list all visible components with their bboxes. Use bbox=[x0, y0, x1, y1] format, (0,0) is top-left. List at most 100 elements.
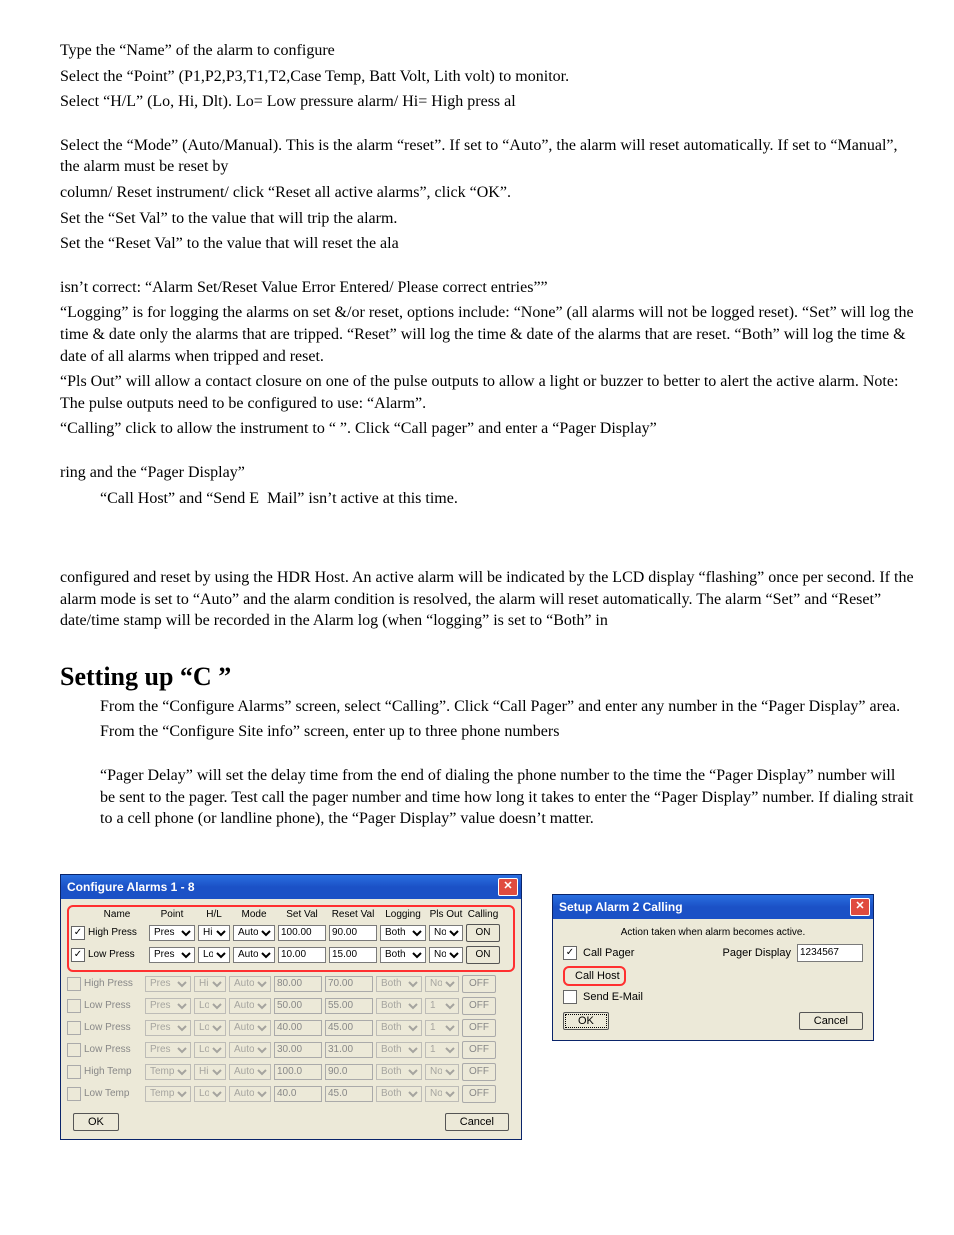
plsout-select[interactable]: None bbox=[429, 925, 463, 941]
mode-select: Auto bbox=[229, 976, 271, 992]
row-enable-checkbox[interactable] bbox=[67, 1043, 81, 1057]
mode-select: Auto bbox=[229, 1064, 271, 1080]
titlebar: Setup Alarm 2 Calling ✕ bbox=[553, 895, 873, 919]
logging-select: Both bbox=[376, 1064, 422, 1080]
alarm-name: High Temp bbox=[84, 1066, 142, 1077]
logging-select: Both bbox=[376, 976, 422, 992]
paragraph: isn’t correct: “Alarm Set/Reset Value Er… bbox=[60, 277, 914, 299]
row-enable-checkbox[interactable]: ✓ bbox=[71, 926, 85, 940]
send-email-label: Send E-Mail bbox=[583, 991, 643, 1003]
row-enable-checkbox[interactable]: ✓ bbox=[71, 948, 85, 962]
hl-select[interactable]: Lo bbox=[198, 947, 230, 963]
ok-button[interactable]: OK bbox=[73, 1113, 119, 1131]
plsout-select: 1 bbox=[425, 998, 459, 1014]
hl-select: Lo bbox=[194, 1086, 226, 1102]
alarm-row: High PressPres 1HiAutoBothNoneOFF bbox=[67, 975, 515, 993]
set-val-input bbox=[274, 976, 322, 992]
cancel-button[interactable]: Cancel bbox=[445, 1113, 509, 1131]
plsout-select[interactable]: None bbox=[429, 947, 463, 963]
send-email-row: Send E-Mail bbox=[563, 990, 863, 1004]
logging-select[interactable]: Both bbox=[380, 925, 426, 941]
point-select[interactable]: Pres 1 bbox=[149, 925, 195, 941]
pager-display-label: Pager Display bbox=[723, 947, 791, 959]
column-header: Mode bbox=[233, 909, 275, 920]
call-pager-row: ✓ Call Pager Pager Display bbox=[563, 944, 863, 962]
alarm-name: Low Press bbox=[84, 1044, 142, 1055]
paragraph: Select the “Mode” (Auto/Manual). This is… bbox=[60, 135, 914, 178]
mode-select[interactable]: Auto bbox=[233, 947, 275, 963]
calling-button[interactable]: ON bbox=[466, 946, 500, 964]
column-header: Calling bbox=[466, 909, 500, 920]
paragraph: “Calling” click to allow the instrument … bbox=[60, 418, 914, 440]
column-header: Point bbox=[149, 909, 195, 920]
hl-select: Lo bbox=[194, 998, 226, 1014]
point-select: Pres 1 bbox=[145, 998, 191, 1014]
alarm-name: High Press bbox=[88, 927, 146, 938]
row-enable-checkbox[interactable] bbox=[67, 1087, 81, 1101]
set-val-input bbox=[274, 1086, 322, 1102]
set-val-input bbox=[274, 998, 322, 1014]
alarm-name: Low Press bbox=[84, 1000, 142, 1011]
row-enable-checkbox[interactable] bbox=[67, 1065, 81, 1079]
set-val-input[interactable] bbox=[278, 947, 326, 963]
row-enable-checkbox[interactable] bbox=[67, 977, 81, 991]
paragraph: “Call Host” and “Send E Mail” isn’t acti… bbox=[60, 488, 914, 510]
call-pager-checkbox[interactable]: ✓ bbox=[563, 946, 577, 960]
reset-val-input[interactable] bbox=[329, 947, 377, 963]
column-header: Name bbox=[88, 909, 146, 920]
plsout-select: 1 bbox=[425, 1042, 459, 1058]
point-select: Temp 1 bbox=[145, 1064, 191, 1080]
column-header: Logging bbox=[380, 909, 426, 920]
calling-button: OFF bbox=[462, 975, 496, 993]
row-enable-checkbox[interactable] bbox=[67, 1021, 81, 1035]
paragraph: configured and reset by using the HDR Ho… bbox=[60, 567, 914, 632]
dialog-title: Setup Alarm 2 Calling bbox=[559, 900, 683, 914]
alarm-row: Low PressPres 1LoAutoBoth1OFF bbox=[67, 1041, 515, 1059]
point-select: Temp 1 bbox=[145, 1086, 191, 1102]
mode-select[interactable]: Auto bbox=[233, 925, 275, 941]
reset-val-input bbox=[325, 1086, 373, 1102]
close-icon[interactable]: ✕ bbox=[850, 898, 870, 916]
send-email-checkbox[interactable] bbox=[563, 990, 577, 1004]
set-val-input bbox=[274, 1064, 322, 1080]
hl-select[interactable]: Hi bbox=[198, 925, 230, 941]
configure-alarms-dialog: Configure Alarms 1 - 8 ✕ NamePointH/LMod… bbox=[60, 874, 522, 1140]
paragraph: From the “Configure Alarms” screen, sele… bbox=[60, 696, 914, 718]
reset-val-input bbox=[325, 976, 373, 992]
call-host-label: Call Host bbox=[575, 970, 620, 982]
hl-select: Hi bbox=[194, 976, 226, 992]
plsout-select: 1 bbox=[425, 1020, 459, 1036]
column-header: Pls Out bbox=[429, 909, 463, 920]
point-select: Pres 1 bbox=[145, 1042, 191, 1058]
paragraph: Select the “Point” (P1,P2,P3,T1,T2,Case … bbox=[60, 66, 914, 88]
paragraph: “Pls Out” will allow a contact closure o… bbox=[60, 371, 914, 414]
paragraph: From the “Configure Site info” screen, e… bbox=[60, 721, 914, 743]
paragraph: column/ Reset instrument/ click “Reset a… bbox=[60, 182, 914, 204]
column-header: Reset Val bbox=[329, 909, 377, 920]
logging-select: Both bbox=[376, 1042, 422, 1058]
calling-button: OFF bbox=[462, 1063, 496, 1081]
calling-button[interactable]: ON bbox=[466, 924, 500, 942]
paragraph: ring and the “Pager Display” bbox=[60, 462, 914, 484]
reset-val-input[interactable] bbox=[329, 925, 377, 941]
row-enable-checkbox[interactable] bbox=[67, 999, 81, 1013]
logging-select[interactable]: Both bbox=[380, 947, 426, 963]
column-header: H/L bbox=[198, 909, 230, 920]
cancel-button[interactable]: Cancel bbox=[799, 1012, 863, 1030]
reset-val-input bbox=[325, 1042, 373, 1058]
point-select[interactable]: Pres 1 bbox=[149, 947, 195, 963]
set-val-input[interactable] bbox=[278, 925, 326, 941]
alarm-row: Low PressPres 1LoAutoBoth1OFF bbox=[67, 997, 515, 1015]
mode-select: Auto bbox=[229, 1042, 271, 1058]
setup-alarm-calling-dialog: Setup Alarm 2 Calling ✕ Action taken whe… bbox=[552, 894, 874, 1041]
column-header: Set Val bbox=[278, 909, 326, 920]
alarm-name: High Press bbox=[84, 978, 142, 989]
call-pager-label: Call Pager bbox=[583, 947, 634, 959]
alarm-row: Low TempTemp 1LoAutoBothNoneOFF bbox=[67, 1085, 515, 1103]
alarm-name: Low Press bbox=[88, 949, 146, 960]
pager-display-input[interactable] bbox=[797, 944, 863, 962]
ok-button[interactable]: OK bbox=[563, 1012, 609, 1030]
paragraph: Type the “Name” of the alarm to configur… bbox=[60, 40, 914, 62]
point-select: Pres 1 bbox=[145, 976, 191, 992]
close-icon[interactable]: ✕ bbox=[498, 878, 518, 896]
